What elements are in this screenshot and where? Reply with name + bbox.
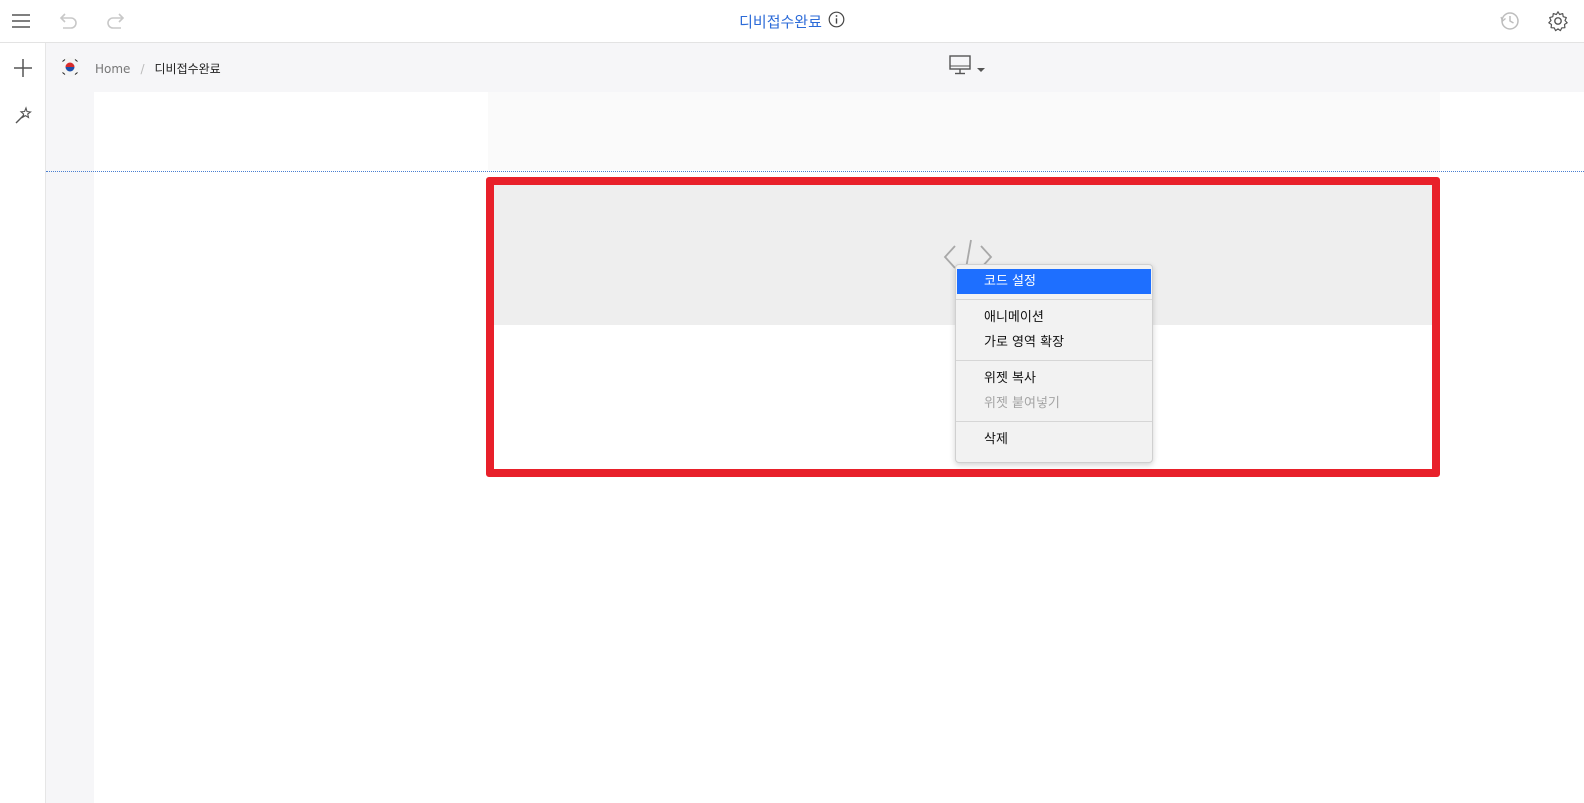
gear-icon[interactable]: [1543, 6, 1573, 36]
caret-down-icon: [977, 58, 985, 77]
top-toolbar: 디비접수완료: [0, 0, 1584, 43]
menu-item-code-settings[interactable]: 코드 설정: [957, 269, 1151, 294]
desktop-monitor-icon: [949, 55, 971, 79]
menu-item-expand-horizontal[interactable]: 가로 영역 확장: [957, 330, 1151, 355]
menu-item-delete[interactable]: 삭제: [957, 427, 1151, 452]
menu-divider: [956, 299, 1152, 300]
menu-item-animation[interactable]: 애니메이션: [957, 305, 1151, 330]
hamburger-icon[interactable]: [6, 6, 36, 36]
menu-item-copy-widget[interactable]: 위젯 복사: [957, 366, 1151, 391]
breadcrumb-bar: Home / 디비접수완료: [46, 43, 1584, 91]
page-title[interactable]: 디비접수완료: [739, 11, 822, 32]
context-menu: 코드 설정 애니메이션 가로 영역 확장 위젯 복사 위젯 붙여넣기 삭제: [955, 264, 1153, 463]
breadcrumb: Home / 디비접수완료: [95, 60, 221, 77]
plus-icon[interactable]: [8, 53, 38, 83]
breadcrumb-home[interactable]: Home: [95, 62, 130, 76]
menu-item-paste-widget: 위젯 붙여넣기: [984, 396, 1060, 411]
magic-wand-icon[interactable]: [8, 100, 38, 130]
korea-flag-icon[interactable]: [60, 57, 80, 77]
section-guide-line: [46, 171, 1584, 172]
device-selector[interactable]: [949, 55, 985, 79]
undo-icon[interactable]: [53, 6, 83, 36]
breadcrumb-separator: /: [140, 61, 145, 76]
left-sidebar: [0, 43, 46, 803]
menu-divider: [956, 360, 1152, 361]
redo-icon[interactable]: [101, 6, 131, 36]
header-section-placeholder: [488, 92, 1440, 170]
info-icon[interactable]: [828, 11, 845, 32]
menu-divider: [956, 421, 1152, 422]
history-icon[interactable]: [1495, 6, 1525, 36]
breadcrumb-current: 디비접수완료: [154, 62, 221, 76]
